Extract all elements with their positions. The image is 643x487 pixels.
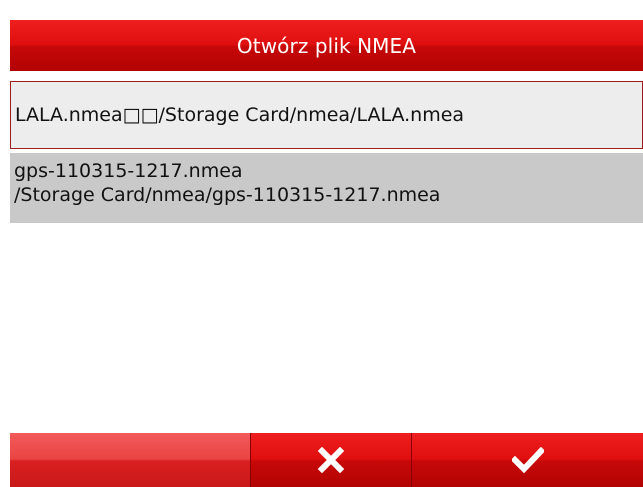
dialog-title-bar: Otwórz plik NMEA [10, 20, 643, 71]
checkmark-icon [511, 447, 544, 473]
dialog-title: Otwórz plik NMEA [236, 33, 417, 58]
file-path-field[interactable]: LALA.nmea□□/Storage Card/nmea/LALA.nmea [10, 81, 643, 149]
cancel-button[interactable] [251, 433, 412, 487]
empty-toolbar-button[interactable] [10, 433, 251, 487]
file-path-value: LALA.nmea□□/Storage Card/nmea/LALA.nmea [15, 104, 465, 126]
list-item[interactable]: gps-110315-1217.nmea /Storage Card/nmea/… [10, 153, 643, 223]
bottom-toolbar [10, 433, 643, 487]
file-name: gps-110315-1217.nmea [14, 160, 243, 182]
open-nmea-dialog: Otwórz plik NMEA LALA.nmea□□/Storage Car… [0, 0, 643, 487]
file-list[interactable]: gps-110315-1217.nmea /Storage Card/nmea/… [10, 153, 643, 431]
file-path: /Storage Card/nmea/gps-110315-1217.nmea [14, 184, 441, 206]
confirm-button[interactable] [412, 433, 643, 487]
close-icon [318, 447, 344, 473]
